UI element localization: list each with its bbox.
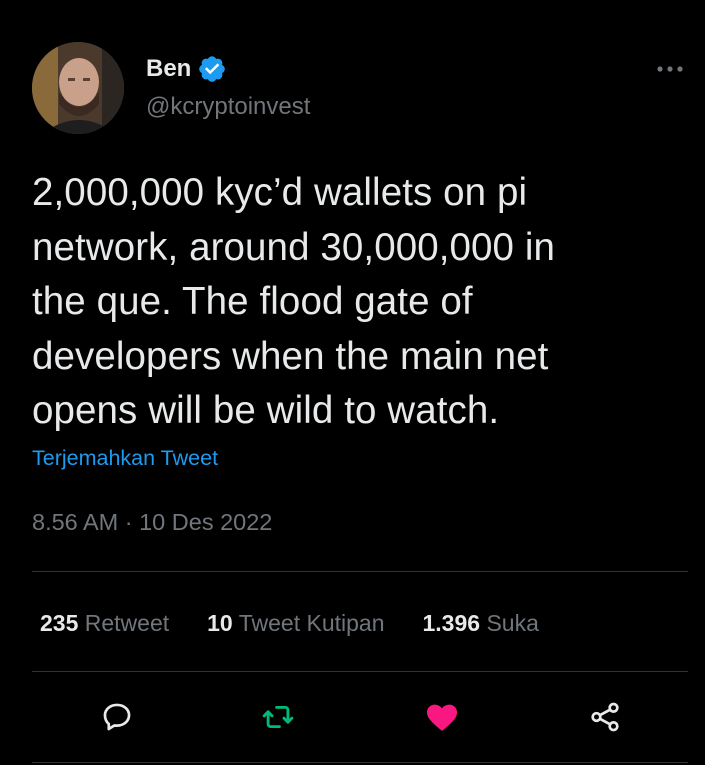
author-handle[interactable]: @kcryptoinvest [146, 92, 310, 122]
verified-badge-icon [197, 54, 227, 84]
avatar-image [32, 42, 124, 134]
reply-icon [103, 703, 131, 731]
divider [32, 571, 688, 572]
retweet-label: Retweet [84, 610, 170, 636]
tweet-detail: Ben @kcryptoinvest 2,000,000 kyc’d walle… [0, 0, 705, 765]
tweet-timestamp[interactable]: 8.56 AM · 10 Des 2022 [32, 506, 272, 538]
quote-count: 10 [207, 610, 233, 636]
like-count: 1.396 [422, 610, 481, 636]
quote-count-stat[interactable]: 10 Tweet Kutipan [207, 607, 384, 639]
like-label: Suka [486, 610, 539, 636]
retweet-count-stat[interactable]: 235 Retweet [40, 607, 169, 639]
like-button[interactable] [420, 695, 464, 739]
heart-icon [426, 704, 458, 731]
retweet-button[interactable] [256, 695, 300, 739]
avatar[interactable] [32, 42, 124, 134]
share-icon [591, 702, 619, 732]
quote-label: Tweet Kutipan [238, 610, 385, 636]
engagement-stats: 235 Retweet 10 Tweet Kutipan 1.396 Suka [40, 607, 577, 639]
divider [32, 671, 688, 672]
more-options-icon[interactable] [652, 58, 688, 80]
action-bar [0, 695, 705, 739]
retweet-count: 235 [40, 610, 79, 636]
retweet-icon [262, 705, 294, 729]
reply-button[interactable] [95, 695, 139, 739]
tweet-text: 2,000,000 kyc’d wallets on pi network, a… [32, 171, 556, 432]
author-name-row: Ben [146, 54, 227, 84]
divider [32, 762, 688, 763]
author-display-name[interactable]: Ben [146, 54, 191, 84]
translate-tweet-link[interactable]: Terjemahkan Tweet [32, 444, 218, 472]
share-button[interactable] [583, 695, 627, 739]
like-count-stat[interactable]: 1.396 Suka [422, 607, 538, 639]
